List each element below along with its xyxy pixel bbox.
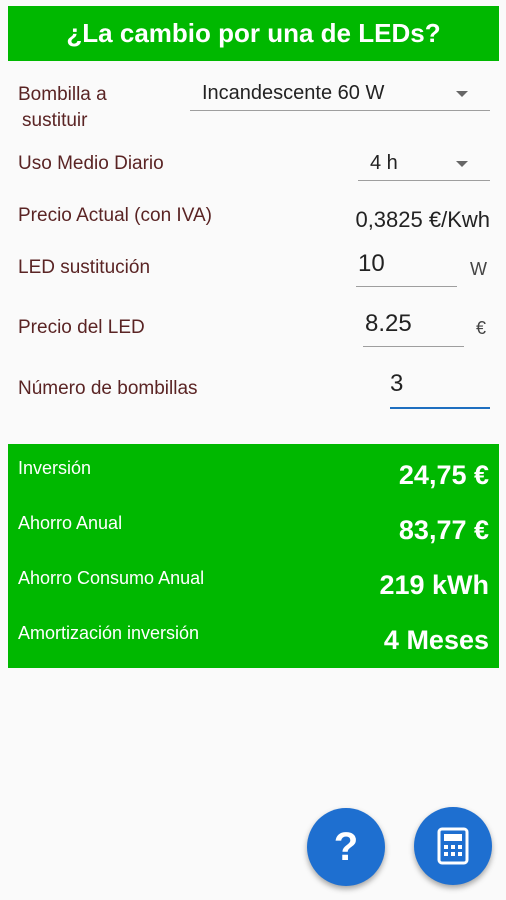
bulb-select-value: Incandescente 60 W — [202, 82, 385, 104]
annual-savings-label: Ahorro Anual — [18, 513, 123, 533]
chevron-down-icon — [456, 161, 468, 167]
help-button[interactable]: ? — [307, 808, 385, 886]
usage-select-value: 4 h — [370, 152, 398, 174]
bulb-label-line2: sustituir — [22, 110, 88, 131]
count-value: 3 — [390, 370, 404, 397]
consumption-savings-value: 219 kWh — [379, 570, 489, 600]
chevron-down-icon — [456, 91, 468, 97]
annual-savings-value: 83,77 € — [398, 515, 489, 545]
amortization-value: 4 Meses — [383, 625, 489, 655]
usage-select[interactable]: 4 h — [358, 150, 490, 181]
led-watts-unit: W — [470, 259, 487, 279]
led-price-value: 8.25 — [365, 310, 412, 337]
led-label: LED sustitución — [18, 257, 151, 278]
count-label: Número de bombillas — [18, 378, 198, 399]
led-price-input[interactable]: 8.25 — [363, 310, 464, 347]
page-title: ¿La cambio por una de LEDs? — [8, 6, 499, 61]
count-input[interactable]: 3 — [390, 370, 490, 409]
calculator-icon — [437, 827, 469, 865]
bulb-label-line1: Bombilla a — [18, 84, 107, 105]
consumption-savings-label: Ahorro Consumo Anual — [18, 568, 205, 588]
investment-value: 24,75 € — [398, 460, 489, 490]
question-icon: ? — [333, 824, 359, 869]
led-watts-input[interactable]: 10 — [356, 250, 457, 287]
investment-label: Inversión — [18, 458, 92, 478]
results-panel: Inversión 24,75 € Ahorro Anual 83,77 € A… — [8, 444, 499, 668]
amortization-label: Amortización inversión — [18, 623, 200, 643]
title-text: ¿La cambio por una de LEDs? — [66, 18, 441, 48]
led-price-label: Precio del LED — [18, 317, 145, 338]
usage-label: Uso Medio Diario — [18, 153, 164, 174]
price-value: 0,3825 €/Kwh — [355, 207, 490, 232]
calculate-button[interactable] — [414, 807, 492, 885]
bulb-select[interactable]: Incandescente 60 W — [190, 80, 490, 111]
price-label: Precio Actual (con IVA) — [18, 205, 212, 226]
bulb-label: Bombilla a sustituir — [18, 82, 107, 134]
led-price-unit: € — [476, 318, 487, 338]
led-watts-value: 10 — [358, 250, 385, 277]
